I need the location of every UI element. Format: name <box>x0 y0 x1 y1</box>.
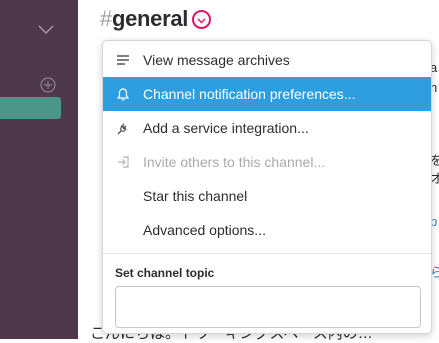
sidebar-active-channel[interactable] <box>0 97 61 119</box>
menu-item-invite-others: Invite others to this channel... <box>103 145 431 179</box>
chevron-down-icon[interactable] <box>38 22 54 40</box>
channel-hash: # <box>100 6 112 31</box>
channel-name: general <box>111 6 189 31</box>
menu-item-label: Invite others to this channel... <box>143 154 326 170</box>
channel-menu: View message archives Channel notificati… <box>102 40 432 334</box>
menu-item-view-archives[interactable]: View message archives <box>103 43 431 77</box>
menu-item-label: Advanced options... <box>143 222 266 238</box>
menu-item-advanced-options[interactable]: Advanced options... <box>103 213 431 247</box>
topic-input[interactable] <box>115 286 421 328</box>
menu-item-notification-preferences[interactable]: Channel notification preferences... <box>103 77 431 111</box>
plug-icon <box>103 122 143 135</box>
list-icon <box>103 55 143 65</box>
menu-item-label: Add a service integration... <box>143 120 309 136</box>
sidebar <box>0 0 78 339</box>
channel-menu-toggle[interactable] <box>192 10 211 29</box>
menu-item-add-integration[interactable]: Add a service integration... <box>103 111 431 145</box>
menu-item-star-channel[interactable]: Star this channel <box>103 179 431 213</box>
menu-item-label: View message archives <box>143 52 290 68</box>
channel-title[interactable]: #general <box>100 6 188 32</box>
menu-item-label: Star this channel <box>143 188 248 204</box>
topic-label: Set channel topic <box>115 266 215 280</box>
topic-section: Set channel topic <box>103 254 431 328</box>
chevron-down-icon <box>197 11 206 29</box>
bell-icon <box>103 87 143 101</box>
menu-item-label: Channel notification preferences... <box>143 86 356 102</box>
plus-circle-icon[interactable] <box>40 77 56 98</box>
invite-icon <box>103 156 143 168</box>
